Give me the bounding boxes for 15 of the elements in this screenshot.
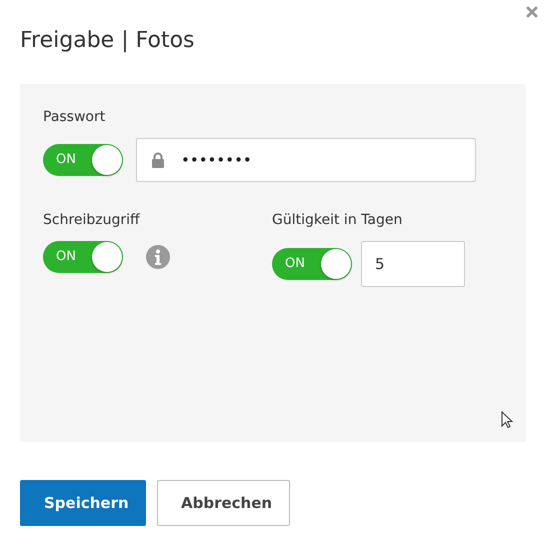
save-button[interactable]: Speichern: [20, 480, 146, 526]
field-label: Schreibzugriff: [43, 211, 141, 229]
info-icon[interactable]: [146, 245, 170, 269]
dialog-title: Freigabe | Fotos: [20, 27, 196, 55]
password-field[interactable]: ••••••••: [136, 138, 476, 182]
cancel-button[interactable]: Abbrechen: [157, 480, 290, 526]
close-icon[interactable]: [526, 6, 538, 18]
toggle-switch[interactable]: ON: [43, 241, 123, 273]
toggle-switch[interactable]: ON: [43, 144, 123, 176]
days-input[interactable]: 5: [361, 241, 465, 287]
lock-icon: [151, 152, 165, 168]
toggle-switch[interactable]: ON: [272, 248, 352, 280]
field-label: Passwort: [43, 108, 106, 126]
field-label: Gültigkeit in Tagen: [272, 211, 404, 229]
mouse-pointer-icon: [501, 411, 513, 429]
